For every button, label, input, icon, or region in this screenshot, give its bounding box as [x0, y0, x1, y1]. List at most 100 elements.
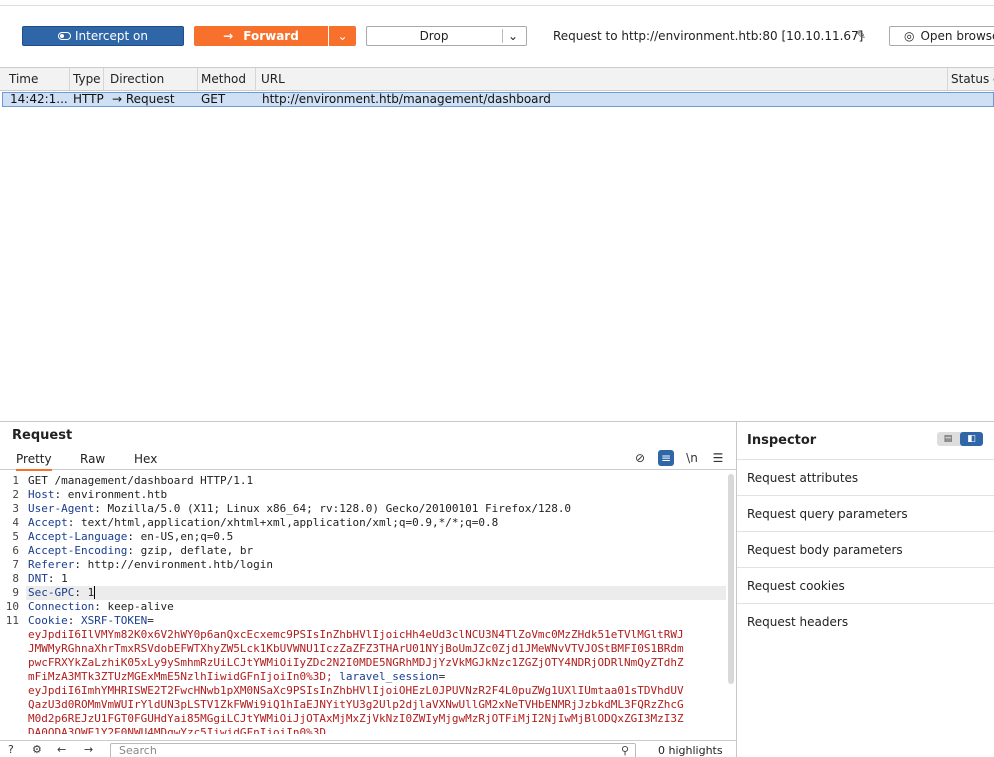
request-panel: Request Pretty Raw Hex ⊘ ≡ \n ☰ 1 GET /m… [0, 422, 736, 757]
inspector-item-attributes[interactable]: Request attributes [737, 459, 994, 495]
request-editor[interactable]: 1 GET /management/dashboard HTTP/1.1 2 H… [0, 472, 728, 734]
request-line: GET /management/dashboard HTTP/1.1 [28, 474, 254, 487]
help-icon[interactable]: ? [8, 743, 14, 756]
search-placeholder: Search [119, 744, 157, 757]
history-table-body: 14:42:1... HTTP → Request GET http://env… [0, 91, 994, 421]
header-line: Connection: keep-alive [28, 600, 174, 613]
inspector-item-body-params[interactable]: Request body parameters [737, 531, 994, 567]
cookie-value-line: eyJpdiI6ImhYMHRISWE2T2FwcHNwb1pXM0NSaXc9… [28, 684, 684, 697]
back-icon[interactable]: ← [57, 743, 66, 756]
cookie-value-line: JMWMyRGhnaXhrTmxRSVdobEFWTXhyZW5Lck1KbUV… [28, 642, 684, 655]
inspector-item-label: Request headers [747, 615, 849, 629]
request-panel-title: Request [12, 428, 73, 443]
history-table-header: Time Type Direction Method URL Status co… [0, 67, 994, 91]
inspector-item-label: Request query parameters [747, 507, 908, 521]
layout-toggle[interactable]: ▤ ◧ [937, 432, 983, 446]
chevron-down-icon: ⌄ [337, 29, 348, 43]
inspector-title: Inspector [747, 433, 817, 448]
tab-pretty[interactable]: Pretty [16, 452, 52, 471]
line-number: 9 [12, 586, 19, 599]
forward-label: Forward [243, 29, 299, 43]
forward-icon[interactable]: → [84, 743, 93, 756]
column-header-url[interactable]: URL [252, 68, 948, 90]
cell-type: HTTP [73, 92, 104, 106]
current-line-highlight [26, 586, 726, 600]
intercept-label: Intercept on [75, 29, 148, 43]
cookie-value-line: QazU3d0ROMmVmWUIrYldUN3pLSTV1ZkFWWi9iQ1h… [28, 698, 684, 711]
header-line: DNT: 1 [28, 572, 68, 585]
cookie-value-line: eyJpdiI6IlVMYm82K0x6V2hWY0p6anQxcEcxemc9… [28, 628, 684, 641]
inspector-item-label: Request attributes [747, 471, 859, 485]
cookie-value-line: M0d2p6REJzU1FGT0FGUHdYai85MGgiLCJtYWMiOi… [28, 712, 684, 725]
inspector-item-query-params[interactable]: Request query parameters [737, 495, 994, 531]
editor-scrollbar[interactable] [728, 474, 734, 684]
cell-url: http://environment.htb/management/dashbo… [262, 92, 551, 106]
hide-icon[interactable]: ⊘ [632, 450, 648, 466]
drop-label: Drop [419, 29, 449, 43]
header-line: Sec-GPC: 1 [28, 586, 96, 599]
search-bar: ? ⚙ ← → Search ⚲ 0 highlights [0, 740, 736, 757]
header-line: Accept-Encoding: gzip, deflate, br [28, 544, 254, 557]
cookie-value-line: pwcFRXYkZaLzhiK05xLy9ySmhmRzUiLCJtYWMiOi… [28, 656, 684, 669]
layout-list-icon[interactable]: ▤ [937, 432, 959, 446]
chevron-down-icon: ⌄ [508, 29, 519, 43]
proxy-toolbar: Intercept on → Forward ⌄ Drop ⌄ Request … [0, 6, 994, 66]
table-row[interactable]: 14:42:1... HTTP → Request GET http://env… [2, 92, 994, 107]
line-number: 1 [12, 474, 19, 487]
cookie-value-line: DA0ODA3OWE1Y2E0NWU4MDgwYzc5IiwidGFnIjoiI… [28, 726, 327, 734]
newline-icon[interactable]: \n [684, 450, 700, 466]
intercept-toggle-button[interactable]: Intercept on [22, 26, 184, 46]
header-line: Host: environment.htb [28, 488, 168, 501]
header-line: Accept: text/html,application/xhtml+xml,… [28, 516, 499, 529]
wrap-lines-icon[interactable]: ≡ [658, 450, 674, 466]
header-line: Accept-Language: en-US,en;q=0.5 [28, 530, 234, 543]
menu-icon[interactable]: ☰ [710, 450, 726, 466]
inspector-item-label: Request cookies [747, 579, 845, 593]
header-line: Cookie: XSRF-TOKEN= [28, 614, 154, 627]
column-header-type[interactable]: Type [64, 68, 104, 90]
inspector-item-label: Request body parameters [747, 543, 903, 557]
inspector-panel: Inspector ▤ ◧ Request attributes Request… [737, 422, 994, 757]
inspector-item-cookies[interactable]: Request cookies [737, 567, 994, 603]
search-icon: ⚲ [620, 744, 629, 757]
text-cursor [94, 586, 96, 599]
cookie-value-line: mFiMzA3MTk3ZTUzMGExMmE5NzlhIiwidGFnIjoiI… [28, 670, 446, 683]
cell-method: GET [201, 92, 226, 106]
tab-raw[interactable]: Raw [80, 452, 105, 466]
arrow-right-icon: → [223, 29, 234, 43]
cell-direction: → Request [112, 92, 175, 106]
line-number: 10 [5, 600, 19, 613]
layout-side-icon[interactable]: ◧ [960, 432, 983, 446]
line-number: 4 [12, 516, 19, 529]
search-input[interactable]: Search ⚲ [110, 743, 636, 757]
line-number: 7 [12, 558, 19, 571]
forward-dropdown-button[interactable]: ⌄ [329, 26, 356, 46]
line-number: 2 [12, 488, 19, 501]
line-number: 3 [12, 502, 19, 515]
request-target-label: Request to http://environment.htb:80 [10… [553, 29, 864, 43]
line-number: 6 [12, 544, 19, 557]
open-browser-label: Open browser [920, 29, 994, 43]
line-number: 11 [5, 614, 19, 627]
globe-icon: ◎ [904, 29, 915, 43]
highlights-count: 0 highlights [658, 744, 723, 757]
open-browser-button[interactable]: ◎ Open browser [889, 26, 994, 46]
pencil-icon[interactable]: ✎ [856, 28, 866, 42]
inspector-item-headers[interactable]: Request headers [737, 603, 994, 639]
drop-separator [502, 29, 503, 43]
column-header-status[interactable]: Status code [942, 68, 994, 90]
line-number: 5 [12, 530, 19, 543]
gear-icon[interactable]: ⚙ [32, 743, 42, 756]
toggle-icon [58, 32, 72, 40]
forward-button[interactable]: → Forward [194, 26, 328, 46]
tab-hex[interactable]: Hex [134, 452, 157, 466]
header-line: Referer: http://environment.htb/login [28, 558, 274, 571]
drop-button[interactable]: Drop ⌄ [366, 26, 527, 46]
request-tabs: Pretty Raw Hex ⊘ ≡ \n ☰ [0, 450, 736, 471]
column-header-method[interactable]: Method [192, 68, 256, 90]
cell-time: 14:42:1... [10, 92, 68, 106]
line-number: 8 [12, 572, 19, 585]
column-header-time[interactable]: Time [0, 68, 70, 90]
column-header-direction[interactable]: Direction [101, 68, 198, 90]
header-line: User-Agent: Mozilla/5.0 (X11; Linux x86_… [28, 502, 572, 515]
